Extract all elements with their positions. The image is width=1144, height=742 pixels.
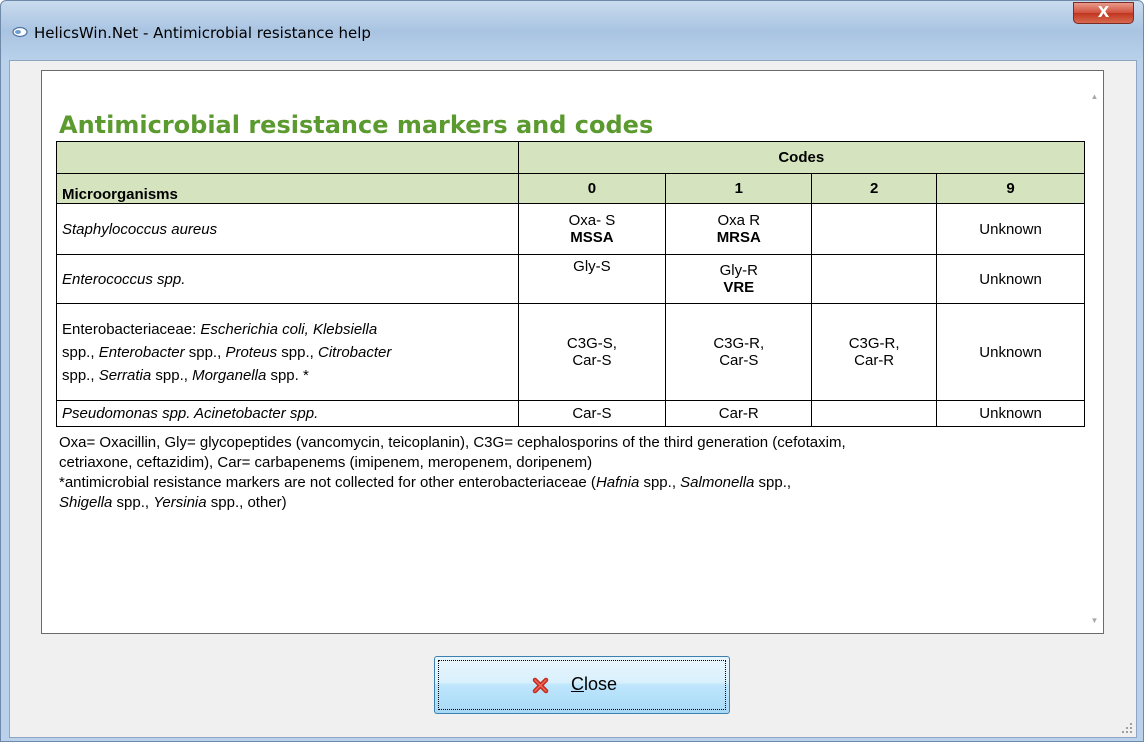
note-text: Yersinia: [153, 494, 207, 511]
dialog-window: HelicsWin.Net - Antimicrobial resistance…: [0, 0, 1144, 742]
code-abbrev: MSSA: [570, 229, 614, 246]
code-cell: Unknown: [936, 303, 1085, 401]
close-button-label: Close: [571, 674, 617, 695]
code-cell: [811, 254, 938, 304]
code-value: Oxa R: [717, 212, 761, 229]
code-cell: Oxa- S MSSA: [517, 203, 667, 255]
legend-notes: Oxa= Oxacillin, Gly= glycopeptides (vanc…: [59, 433, 1089, 513]
organism-text: spp.,: [151, 366, 193, 384]
table-header-code-9: 9: [936, 173, 1085, 204]
table-header-microorganisms: Microorganisms: [56, 173, 519, 204]
page-title: Antimicrobial resistance markers and cod…: [59, 111, 654, 139]
code-value: C3G-S,: [566, 335, 617, 352]
note-text: spp.,: [112, 494, 154, 511]
note-text: spp.,: [639, 474, 681, 491]
organism-text: spp. *: [266, 366, 309, 384]
resistance-codes-table: Codes Microorganisms 0 1 2 9 Staphylococ…: [56, 141, 1085, 427]
code-cell: C3G-R, Car-R: [811, 303, 938, 401]
mnemonic-letter: C: [571, 674, 584, 694]
organism-text: spp.,: [62, 343, 99, 361]
table-header-code-0: 0: [517, 173, 667, 204]
code-cell: [811, 203, 938, 255]
table-header-code-2: 2: [811, 173, 938, 204]
red-x-icon: [532, 677, 549, 694]
label-rest: lose: [584, 674, 618, 694]
code-cell: Unknown: [936, 254, 1085, 304]
note-text: spp.,: [754, 474, 792, 491]
app-icon: [12, 26, 28, 38]
note-text: Shigella: [59, 494, 113, 511]
note-line: Oxa= Oxacillin, Gly= glycopeptides (vanc…: [59, 434, 846, 451]
scroll-up-icon[interactable]: ▲: [1086, 88, 1103, 105]
window-title: HelicsWin.Net - Antimicrobial resistance…: [34, 24, 371, 42]
code-cell: C3G-S, Car-S: [517, 303, 667, 401]
code-cell: [811, 400, 938, 427]
organism-cell: Staphylococcus aureus: [56, 203, 519, 255]
note-text: *antimicrobial resistance markers are no…: [59, 474, 596, 491]
code-value: Car-S: [719, 352, 759, 369]
organism-text: Enterobacter: [98, 343, 185, 361]
code-value: Car-R: [854, 352, 895, 369]
code-cell: Unknown: [936, 203, 1085, 255]
organism-text: spp.,: [184, 343, 226, 361]
scroll-down-icon[interactable]: ▼: [1086, 612, 1103, 629]
organism-text: Escherichia coli, Klebsiella: [200, 320, 378, 338]
code-abbrev: VRE: [723, 279, 755, 296]
organism-cell: Enterococcus spp.: [56, 254, 519, 304]
note-line: Shigella spp., Yersinia spp., other): [59, 493, 1089, 513]
code-cell: Car-R: [665, 400, 813, 427]
table-row: Pseudomonas spp. Acinetobacter spp. Car-…: [56, 400, 1085, 427]
code-abbrev: MRSA: [716, 229, 761, 246]
note-text: Hafnia: [595, 474, 640, 491]
code-cell: Oxa R MRSA: [665, 203, 813, 255]
code-value: C3G-R,: [848, 335, 900, 352]
organism-text: Enterobacteriaceae:: [62, 320, 201, 338]
table-header-code-1: 1: [665, 173, 813, 204]
organism-text: Citrobacter: [318, 343, 392, 361]
code-value: Car-S: [572, 352, 612, 369]
code-cell: C3G-R, Car-S: [665, 303, 813, 401]
close-button[interactable]: Close: [434, 656, 730, 714]
dialog-client-area: Antimicrobial resistance markers and cod…: [9, 60, 1137, 738]
organism-cell: Pseudomonas spp. Acinetobacter spp.: [56, 400, 519, 427]
organism-text: Proteus: [225, 343, 278, 361]
organism-text: spp.,: [277, 343, 318, 361]
table-row: Staphylococcus aureus Oxa- S MSSA Oxa R …: [56, 203, 1085, 255]
organism-text: Morganella: [192, 366, 267, 384]
resize-grip-icon[interactable]: [1121, 722, 1133, 734]
code-cell: Unknown: [936, 400, 1085, 427]
note-line: *antimicrobial resistance markers are no…: [59, 473, 1089, 493]
table-header-blank: [56, 141, 519, 174]
code-cell: Gly-S: [517, 254, 667, 304]
window-close-button[interactable]: X: [1073, 2, 1134, 24]
code-value: C3G-R,: [713, 335, 765, 352]
table-row: Enterobacteriaceae: Escherichia coli, Kl…: [56, 303, 1085, 401]
organism-cell: Enterobacteriaceae: Escherichia coli, Kl…: [56, 303, 519, 401]
help-content-panel[interactable]: Antimicrobial resistance markers and cod…: [41, 70, 1104, 634]
code-cell: Car-S: [517, 400, 667, 427]
vertical-scrollbar[interactable]: ▲ ▼: [1086, 71, 1103, 633]
table-row: Enterococcus spp. Gly-S Gly-R VRE Unknow…: [56, 254, 1085, 304]
code-cell: Gly-R VRE: [665, 254, 813, 304]
organism-text: spp.,: [62, 366, 99, 384]
code-value: Oxa- S: [568, 212, 616, 229]
title-bar[interactable]: HelicsWin.Net - Antimicrobial resistance…: [1, 1, 1143, 61]
table-header-codes: Codes: [517, 141, 1085, 174]
code-value: Gly-R: [719, 262, 758, 279]
organism-text: Serratia: [98, 366, 152, 384]
note-text: spp., other): [206, 494, 287, 511]
note-text: Salmonella: [680, 474, 755, 491]
note-line: cetriaxone, ceftazidim), Car= carbapenem…: [59, 454, 593, 471]
